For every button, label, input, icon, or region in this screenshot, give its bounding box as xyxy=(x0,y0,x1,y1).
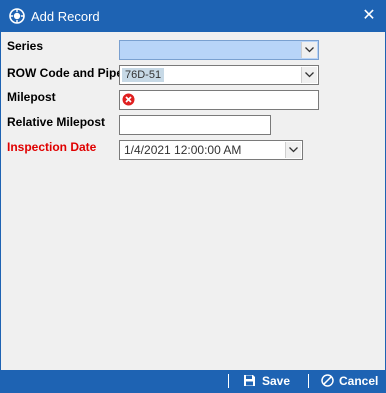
footer-toolbar: Save Cancel xyxy=(1,370,385,392)
series-label: Series xyxy=(7,39,44,53)
cancel-button[interactable]: Cancel xyxy=(321,373,381,389)
relative-milepost-label: Relative Milepost xyxy=(7,115,106,129)
footer-divider xyxy=(308,374,309,388)
milepost-input[interactable] xyxy=(119,90,319,110)
chevron-down-icon[interactable] xyxy=(301,67,317,83)
inspection-date-label: Inspection Date xyxy=(7,140,97,154)
chevron-down-icon[interactable] xyxy=(301,42,317,58)
error-icon xyxy=(122,93,135,106)
inspection-date-picker[interactable]: 1/4/2021 12:00:00 AM xyxy=(119,140,303,160)
title-bar: Add Record ✕ xyxy=(1,1,385,32)
relative-milepost-input[interactable] xyxy=(119,115,271,135)
close-icon[interactable]: ✕ xyxy=(359,6,379,26)
row-code-chip: 76D-51 xyxy=(122,68,165,82)
row-code-label: ROW Code and Pipe xyxy=(7,66,124,80)
dialog-title: Add Record xyxy=(31,9,100,24)
cancel-icon xyxy=(321,374,334,387)
floppy-disk-icon xyxy=(244,375,255,386)
cancel-label: Cancel xyxy=(339,374,379,388)
app-logo-icon xyxy=(9,8,25,24)
add-record-dialog: Add Record ✕ Series ROW Code and Pipe 76… xyxy=(0,0,386,393)
save-label: Save xyxy=(262,374,291,388)
series-dropdown[interactable] xyxy=(119,40,319,60)
save-button[interactable]: Save xyxy=(243,373,293,389)
row-code-dropdown[interactable]: 76D-51 xyxy=(119,65,319,85)
footer-divider xyxy=(228,374,229,388)
milepost-label: Milepost xyxy=(7,90,56,104)
chevron-down-icon[interactable] xyxy=(285,142,301,158)
inspection-date-value: 1/4/2021 12:00:00 AM xyxy=(124,143,242,157)
